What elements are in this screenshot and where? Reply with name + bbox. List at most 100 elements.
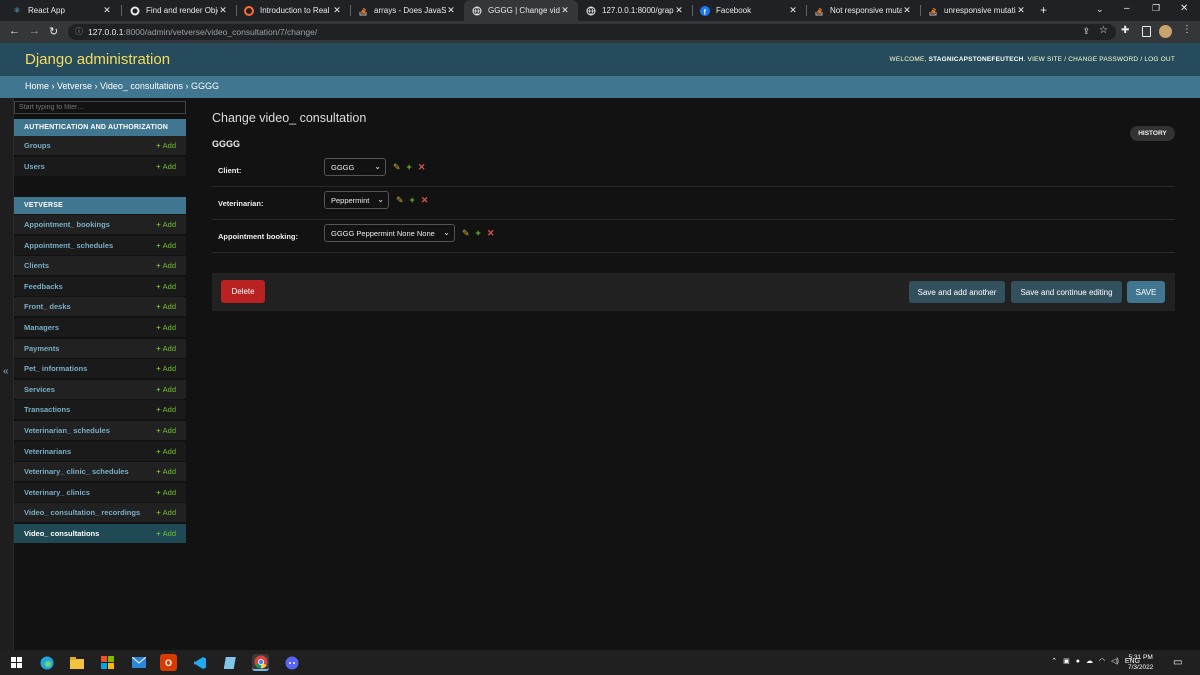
- nav-filter-input[interactable]: [14, 101, 186, 114]
- add-link[interactable]: + Add: [156, 241, 176, 250]
- sidebar-item-managers[interactable]: Managers + Add: [14, 318, 186, 338]
- address-bar[interactable]: ⓘ 127.0.0.1:8000/admin/vetverse/video_co…: [68, 24, 1116, 40]
- close-icon[interactable]: ✕: [446, 5, 456, 16]
- reload-icon[interactable]: ↻: [49, 25, 58, 38]
- add-link[interactable]: + Add: [156, 344, 176, 353]
- chevron-up-icon[interactable]: ⌃: [1051, 657, 1057, 665]
- close-icon[interactable]: ✕: [332, 5, 342, 16]
- breadcrumb-model[interactable]: Video_ consultations: [100, 81, 183, 91]
- save-and-add-another-button[interactable]: Save and add another: [909, 281, 1005, 303]
- sidebar-item-users[interactable]: Users + Add: [14, 157, 186, 177]
- sidebar-item-video-consultation-recordings[interactable]: Video_ consultation_ recordings + Add: [14, 503, 186, 523]
- edit-pencil-icon[interactable]: ✎: [396, 195, 404, 206]
- sidebar-item-veterinarian-schedules[interactable]: Veterinarian_ schedules + Add: [14, 421, 186, 441]
- sidebar-item-video-consultations[interactable]: Video_ consultations + Add: [14, 524, 186, 544]
- notification-icon[interactable]: ▭: [1173, 657, 1182, 668]
- browser-tab[interactable]: arrays - Does JavaScri ✕: [350, 0, 464, 21]
- add-related-icon[interactable]: +: [410, 195, 415, 206]
- forward-icon[interactable]: →: [29, 25, 40, 37]
- minimize-icon[interactable]: –: [1124, 3, 1130, 14]
- tab-search-icon[interactable]: ⌄: [1096, 4, 1104, 15]
- delete-button[interactable]: Delete: [221, 280, 265, 303]
- close-icon[interactable]: ✕: [788, 5, 798, 16]
- add-link[interactable]: + Add: [156, 508, 176, 517]
- microphone-icon[interactable]: ●: [1076, 658, 1080, 665]
- sidebar-item-front-desks[interactable]: Front_ desks + Add: [14, 297, 186, 317]
- breadcrumb-app[interactable]: Vetverse: [57, 81, 92, 91]
- site-name[interactable]: Django administration: [25, 51, 170, 68]
- sidebar-item-transactions[interactable]: Transactions + Add: [14, 400, 186, 420]
- window-close-icon[interactable]: ✕: [1180, 3, 1188, 14]
- save-button[interactable]: Save: [1127, 281, 1165, 303]
- add-link[interactable]: + Add: [156, 405, 176, 414]
- sidebar-item-appointment-schedules[interactable]: Appointment_ schedules + Add: [14, 236, 186, 256]
- close-icon[interactable]: ✕: [674, 5, 684, 16]
- discord-icon[interactable]: [283, 654, 300, 671]
- add-related-icon[interactable]: +: [407, 162, 412, 173]
- office-icon[interactable]: O: [160, 654, 177, 671]
- extensions-icon[interactable]: ✚: [1121, 25, 1129, 36]
- module-caption-auth[interactable]: Authentication and Authorization: [14, 119, 186, 136]
- new-tab-icon[interactable]: +: [1040, 3, 1047, 17]
- add-link[interactable]: + Add: [156, 323, 176, 332]
- sidebar-item-veterinarians[interactable]: Veterinarians + Add: [14, 442, 186, 462]
- module-caption-vetverse[interactable]: Vetverse: [14, 197, 186, 214]
- wifi-icon[interactable]: ◠: [1099, 657, 1105, 665]
- veterinarian-select[interactable]: Peppermint ⌄: [324, 191, 389, 209]
- notepad-icon[interactable]: [222, 654, 239, 671]
- menu-dots-icon[interactable]: ⋮: [1182, 24, 1192, 35]
- add-link[interactable]: + Add: [156, 162, 176, 171]
- add-link[interactable]: + Add: [156, 220, 176, 229]
- appointment-booking-select[interactable]: GGGG Peppermint None None ⌄: [324, 224, 455, 242]
- edge-icon[interactable]: [38, 654, 55, 671]
- client-select[interactable]: GGGG ⌄: [324, 158, 386, 176]
- file-explorer-icon[interactable]: [68, 654, 85, 671]
- add-related-icon[interactable]: +: [476, 228, 481, 239]
- back-icon[interactable]: ←: [9, 25, 20, 37]
- close-icon[interactable]: ✕: [218, 5, 228, 16]
- sidebar-item-services[interactable]: Services + Add: [14, 380, 186, 400]
- sidepanel-icon[interactable]: [1142, 26, 1151, 37]
- add-link[interactable]: + Add: [156, 261, 176, 270]
- add-link[interactable]: + Add: [156, 426, 176, 435]
- delete-related-icon[interactable]: ✕: [487, 228, 495, 239]
- edit-pencil-icon[interactable]: ✎: [462, 228, 470, 239]
- nav-sidebar-toggle[interactable]: «: [0, 98, 14, 650]
- view-site-link[interactable]: View site: [1028, 56, 1063, 63]
- sidebar-item-payments[interactable]: Payments + Add: [14, 339, 186, 359]
- history-button[interactable]: History: [1130, 126, 1175, 141]
- browser-tab[interactable]: f Facebook ✕: [692, 0, 806, 21]
- edit-pencil-icon[interactable]: ✎: [393, 162, 401, 173]
- browser-tab[interactable]: Introduction to Real ti ✕: [236, 0, 350, 21]
- add-link[interactable]: + Add: [156, 282, 176, 291]
- share-icon[interactable]: ⇪: [1082, 26, 1090, 37]
- sidebar-item-veterinary-clinics[interactable]: Veterinary_ clinics + Add: [14, 483, 186, 503]
- delete-related-icon[interactable]: ✕: [418, 162, 426, 173]
- close-icon[interactable]: ✕: [560, 5, 570, 16]
- delete-related-icon[interactable]: ✕: [421, 195, 429, 206]
- store-icon[interactable]: [99, 654, 116, 671]
- add-link[interactable]: + Add: [156, 467, 176, 476]
- sidebar-item-appointment-bookings[interactable]: Appointment_ bookings + Add: [14, 215, 186, 235]
- sidebar-item-groups[interactable]: Groups + Add: [14, 136, 186, 156]
- browser-tab-active[interactable]: GGGG | Change video ✕: [464, 0, 578, 21]
- add-link[interactable]: + Add: [156, 447, 176, 456]
- sidebar-item-veterinary-clinic-schedules[interactable]: Veterinary_ clinic_ schedules + Add: [14, 462, 186, 482]
- info-icon[interactable]: ⓘ: [75, 26, 83, 37]
- close-icon[interactable]: ✕: [1016, 5, 1026, 16]
- sidebar-item-pet-informations[interactable]: Pet_ informations + Add: [14, 359, 186, 379]
- add-link[interactable]: + Add: [156, 364, 176, 373]
- browser-tab[interactable]: ⚛ React App ✕: [4, 0, 120, 21]
- restore-icon[interactable]: ❐: [1152, 3, 1160, 14]
- browser-tab[interactable]: Not responsive mutati ✕: [806, 0, 920, 21]
- taskbar-clock[interactable]: 5:31 PM 7/3/2022: [1128, 653, 1153, 673]
- avatar[interactable]: [1159, 25, 1172, 38]
- add-link[interactable]: + Add: [156, 141, 176, 150]
- windows-start-icon[interactable]: [8, 654, 25, 671]
- browser-tab[interactable]: 127.0.0.1:8000/graphq ✕: [578, 0, 692, 21]
- save-and-continue-button[interactable]: Save and continue editing: [1011, 281, 1122, 303]
- close-icon[interactable]: ✕: [902, 5, 912, 16]
- meet-now-icon[interactable]: ▣: [1063, 657, 1070, 665]
- add-link[interactable]: + Add: [156, 488, 176, 497]
- browser-tab[interactable]: unresponsive mutatio ✕: [920, 0, 1034, 21]
